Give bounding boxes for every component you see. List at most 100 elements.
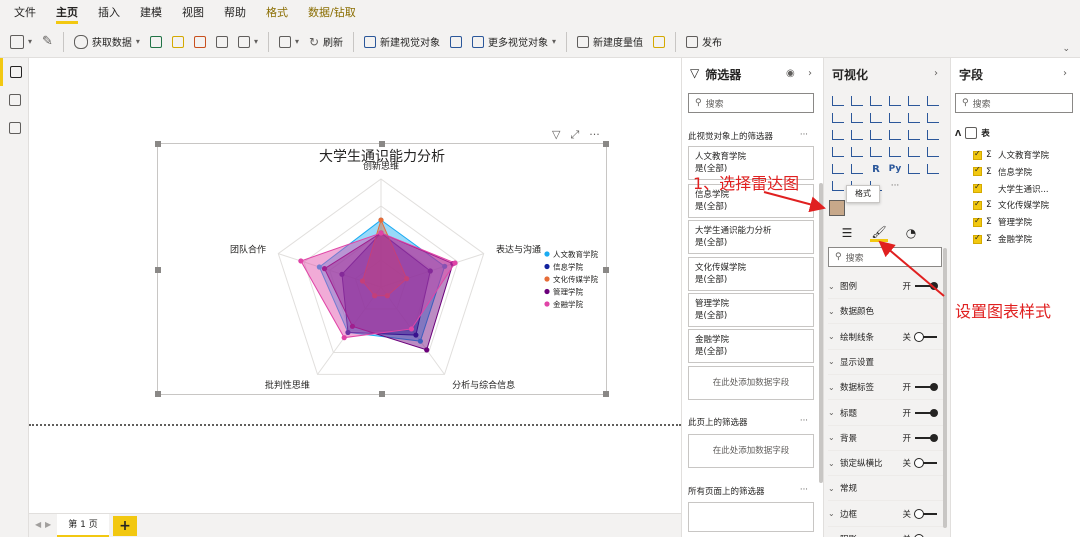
collapse-visualizations-icon[interactable]: › <box>934 68 938 79</box>
visualizations-scrollbar[interactable] <box>943 248 947 528</box>
toggle-switch[interactable]: 关 <box>902 508 937 520</box>
visual-type-icon[interactable] <box>849 145 865 159</box>
filter-card[interactable]: 管理学院 是(全部) <box>688 293 814 327</box>
format-card[interactable]: ⌄ 图例开 <box>828 274 943 299</box>
legend-label[interactable]: 人文教育学院 <box>553 249 598 259</box>
checkbox[interactable] <box>973 165 982 177</box>
sql-button[interactable] <box>193 35 206 48</box>
legend-label[interactable]: 文化传媒学院 <box>553 274 598 284</box>
format-card[interactable]: ⌄ 标题开 <box>828 401 943 426</box>
get-data-button[interactable]: 获取数据 ▾ <box>73 34 140 49</box>
visual-type-icon[interactable] <box>887 145 903 159</box>
collapse-filters-icon[interactable]: › <box>808 68 812 79</box>
transform-button[interactable]: ▾ <box>278 35 299 48</box>
checkbox[interactable] <box>973 233 982 244</box>
add-field-dropzone[interactable]: 在此处添加数据字段 <box>688 366 814 400</box>
visual-type-icon[interactable] <box>887 94 903 108</box>
filter-icon[interactable]: ▽ <box>552 128 560 142</box>
data-view-icon[interactable] <box>0 86 29 114</box>
visual-type-icon[interactable] <box>868 145 884 159</box>
field-item[interactable]: Σ金融学院 <box>973 233 1032 245</box>
filter-card[interactable]: 大学生通识能力分析 是(全部) <box>688 220 814 254</box>
quick-measure-button[interactable] <box>653 35 666 48</box>
menu-insert[interactable]: 插入 <box>98 0 120 26</box>
format-card[interactable]: ⌄ 绘制线条关 <box>828 325 943 350</box>
visual-type-icon[interactable] <box>868 94 884 108</box>
add-field-dropzone[interactable]: 在此处添加数据字段 <box>688 434 814 468</box>
visual-type-icon[interactable] <box>925 145 941 159</box>
r-visual-icon[interactable]: R <box>868 162 884 176</box>
menu-format[interactable]: 格式 <box>266 0 288 26</box>
visual-type-icon[interactable] <box>925 94 941 108</box>
visual-type-icon[interactable] <box>906 94 922 108</box>
format-card[interactable]: ⌄ 数据标签开 <box>828 375 943 401</box>
menu-help[interactable]: 帮助 <box>224 0 246 26</box>
add-field-dropzone[interactable] <box>688 502 814 532</box>
field-item[interactable]: Σ信息学院 <box>973 165 1032 178</box>
visual-type-icon[interactable] <box>906 128 922 142</box>
new-visual-button[interactable]: 新建视觉对象 <box>364 34 440 49</box>
format-painter-button[interactable]: ✎ <box>42 34 53 49</box>
publish-button[interactable]: 发布 <box>686 34 722 49</box>
text-box-button[interactable] <box>450 35 463 48</box>
table-node[interactable]: ᐱ表 <box>955 127 990 139</box>
menu-data-drill[interactable]: 数据/钻取 <box>308 0 356 26</box>
field-item[interactable]: Σ文化传媒学院 <box>973 199 1049 211</box>
new-measure-button[interactable]: 新建度量值 <box>577 34 643 49</box>
analytics-icon[interactable]: ◔ <box>902 224 920 242</box>
visual-type-icon[interactable] <box>830 111 846 125</box>
fields-tab-icon[interactable]: ☰ <box>838 224 856 242</box>
toggle-switch[interactable]: 开 <box>902 432 938 444</box>
filter-card[interactable]: 文化传媒学院 是(全部) <box>688 257 814 291</box>
more-options-icon[interactable]: ··· <box>589 128 600 142</box>
fields-search-input[interactable]: ⚲ 搜索 <box>955 93 1073 113</box>
filters-search-input[interactable]: ⚲ 搜索 <box>688 93 814 113</box>
format-paint-roller-icon[interactable]: 🖌 <box>870 224 888 242</box>
paste-button[interactable]: ▾ <box>10 34 32 49</box>
report-view-icon[interactable] <box>0 58 29 86</box>
excel-button[interactable] <box>149 35 162 48</box>
radar-point[interactable] <box>408 326 415 332</box>
visual-type-icon[interactable] <box>830 128 846 142</box>
menu-modeling[interactable]: 建模 <box>140 0 162 26</box>
toggle-switch[interactable]: 开 <box>902 407 938 419</box>
visual-type-icon[interactable] <box>868 111 884 125</box>
python-visual-icon[interactable]: Py <box>887 162 903 176</box>
collapse-fields-icon[interactable]: › <box>1063 68 1067 79</box>
toggle-switch[interactable]: 开 <box>902 381 938 393</box>
format-card[interactable]: ⌄ 常规 <box>828 476 943 502</box>
eye-icon[interactable]: ◉ <box>786 68 795 79</box>
add-page-button[interactable]: + <box>113 516 137 536</box>
focus-mode-icon[interactable]: ⤢ <box>570 128 579 142</box>
field-item[interactable]: 大学生通识... <box>973 182 1049 195</box>
page-tab-1[interactable]: 第 1 页 <box>57 514 109 537</box>
toggle-switch[interactable]: 关 <box>902 331 937 343</box>
visual-type-icon[interactable] <box>849 111 865 125</box>
next-page-icon[interactable]: ▶ <box>45 520 51 529</box>
report-canvas[interactable]: ▽ ⤢ ··· 大学生通识能力分析 创新思维 表达与沟通 分析与综合信息 批判性思维团… <box>29 58 681 513</box>
prev-page-icon[interactable]: ◀ <box>35 520 41 529</box>
checkbox[interactable] <box>973 182 982 194</box>
legend-label[interactable]: 信息学院 <box>553 262 583 272</box>
more-visuals-button[interactable]: 更多视觉对象 ▾ <box>472 34 556 49</box>
checkbox[interactable] <box>973 216 982 227</box>
radar-chart-icon[interactable] <box>829 200 845 216</box>
format-card[interactable]: ⌄ 显示设置 <box>828 350 943 375</box>
visual-type-icon[interactable] <box>925 111 941 125</box>
visual-type-icon[interactable] <box>849 128 865 142</box>
radar-point[interactable] <box>298 258 304 264</box>
visual-type-icon[interactable] <box>906 111 922 125</box>
legend-label[interactable]: 金融学院 <box>553 299 583 309</box>
format-card[interactable]: ⌄ 锁定纵横比关 <box>828 451 943 477</box>
checkbox[interactable] <box>973 199 982 210</box>
visual-type-icon[interactable] <box>925 128 941 142</box>
visual-type-icon[interactable] <box>849 162 865 176</box>
visual-type-icon[interactable] <box>925 162 941 176</box>
toggle-switch[interactable]: 开 <box>902 280 938 292</box>
enter-data-button[interactable] <box>215 35 228 48</box>
visual-type-icon[interactable] <box>887 111 903 125</box>
visual-type-icon[interactable] <box>849 94 865 108</box>
format-card[interactable]: ⌄ 数据颜色 <box>828 299 943 325</box>
format-search-input[interactable]: ⚲ 搜索 <box>828 247 942 267</box>
format-card[interactable]: ⌄ 边框关 <box>828 502 943 527</box>
